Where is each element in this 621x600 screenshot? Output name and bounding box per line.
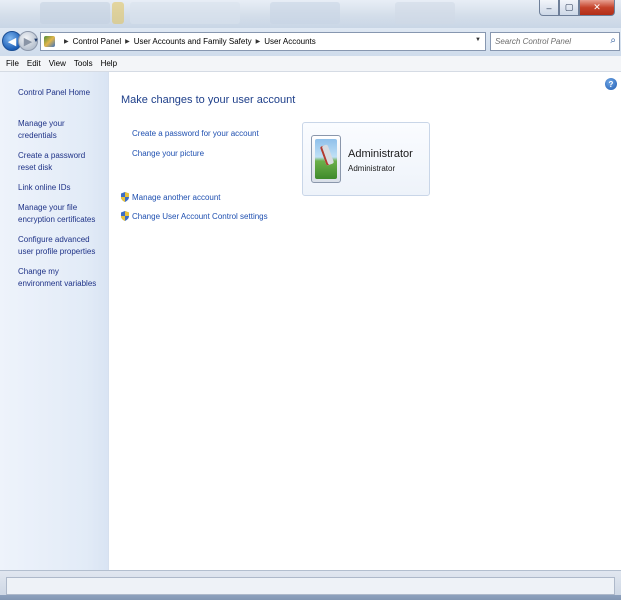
menu-view[interactable]: View xyxy=(49,59,66,68)
menu-help[interactable]: Help xyxy=(101,59,117,68)
help-icon[interactable]: ? xyxy=(605,78,617,90)
change-uac-settings-link[interactable]: Change User Account Control settings xyxy=(132,212,268,221)
manage-credentials-link[interactable]: Manage your credentials xyxy=(18,118,104,142)
address-row: ◀ ▶ ▼ ▶ Control Panel ▶ User Accounts an… xyxy=(0,28,621,56)
taskbar-blur xyxy=(40,2,110,24)
manage-another-account-link[interactable]: Manage another account xyxy=(132,193,221,202)
window-titlebar: – ▢ ✕ xyxy=(0,0,621,28)
maximize-button[interactable]: ▢ xyxy=(559,0,579,16)
address-bar[interactable]: ▶ Control Panel ▶ User Accounts and Fami… xyxy=(40,32,486,51)
search-icon[interactable]: ⌕ xyxy=(610,35,616,46)
status-bar xyxy=(0,570,621,600)
change-picture-link[interactable]: Change your picture xyxy=(132,149,204,158)
menu-file[interactable]: File xyxy=(6,59,19,68)
menu-bar: File Edit View Tools Help xyxy=(0,56,621,72)
breadcrumb-separator-icon[interactable]: ▶ xyxy=(64,38,69,45)
taskbar-blur xyxy=(130,2,240,24)
link-online-ids-link[interactable]: Link online IDs xyxy=(18,182,104,194)
breadcrumb-control-panel[interactable]: Control Panel xyxy=(73,37,121,46)
search-input[interactable] xyxy=(495,37,605,46)
page-title: Make changes to your user account xyxy=(121,94,296,106)
create-password-reset-disk-link[interactable]: Create a password reset disk xyxy=(18,150,104,174)
menu-edit[interactable]: Edit xyxy=(27,59,41,68)
taskbar-blur xyxy=(270,2,340,24)
main-content: ? Make changes to your user account Crea… xyxy=(110,72,621,570)
taskbar-blur xyxy=(395,2,455,24)
menu-tools[interactable]: Tools xyxy=(74,59,93,68)
taskbar-edge xyxy=(0,595,621,600)
breadcrumb: ▶ Control Panel ▶ User Accounts and Fami… xyxy=(60,37,316,46)
account-tile: Administrator Administrator xyxy=(302,122,430,196)
change-environment-variables-link[interactable]: Change my environment variables xyxy=(18,266,104,290)
close-button[interactable]: ✕ xyxy=(579,0,615,16)
recent-pages-dropdown[interactable]: ▼ xyxy=(33,38,39,44)
account-name: Administrator xyxy=(348,148,413,160)
uac-shield-icon xyxy=(121,192,129,202)
control-panel-icon xyxy=(44,36,55,47)
breadcrumb-user-accounts-family-safety[interactable]: User Accounts and Family Safety xyxy=(134,37,252,46)
task-pane: Control Panel Home Manage your credentia… xyxy=(0,72,109,570)
user-picture-icon xyxy=(315,139,337,179)
status-bar-panel xyxy=(6,577,615,595)
create-password-link[interactable]: Create a password for your account xyxy=(132,129,259,138)
minimize-button[interactable]: – xyxy=(539,0,559,16)
uac-shield-icon xyxy=(121,211,129,221)
breadcrumb-separator-icon[interactable]: ▶ xyxy=(125,38,130,45)
search-box: ⌕ xyxy=(490,32,620,51)
control-panel-home-link[interactable]: Control Panel Home xyxy=(18,87,104,99)
address-dropdown-icon[interactable]: ▼ xyxy=(475,37,481,43)
breadcrumb-user-accounts[interactable]: User Accounts xyxy=(264,37,316,46)
account-type: Administrator xyxy=(348,164,396,173)
avatar xyxy=(311,135,341,183)
breadcrumb-separator-icon[interactable]: ▶ xyxy=(256,38,261,45)
taskbar-blur-icon xyxy=(112,2,124,24)
configure-profile-properties-link[interactable]: Configure advanced user profile properti… xyxy=(18,234,104,258)
manage-encryption-certificates-link[interactable]: Manage your file encryption certificates xyxy=(18,202,104,226)
window-controls: – ▢ ✕ xyxy=(539,0,615,16)
